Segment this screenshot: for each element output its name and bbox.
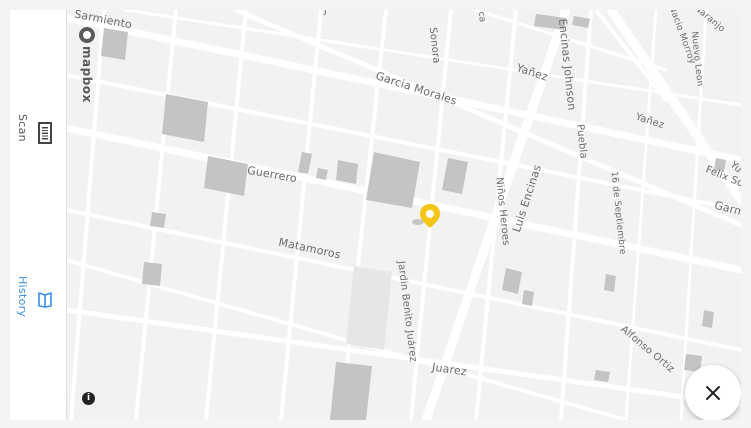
park-area xyxy=(346,266,392,350)
map-view[interactable]: Sarmiento Garcia Morales Guerrero Matamo… xyxy=(66,10,741,420)
barcode-icon xyxy=(38,122,52,148)
app-frame: Scan History Sarmiento Garcia Morales Gu… xyxy=(10,10,741,420)
street-label: J xyxy=(324,10,327,16)
map-roads xyxy=(66,10,741,420)
book-icon xyxy=(38,292,52,312)
mapbox-logo[interactable]: mapbox xyxy=(74,20,96,112)
location-pin-icon[interactable] xyxy=(410,200,442,234)
info-icon[interactable]: i xyxy=(82,392,95,405)
close-button[interactable] xyxy=(685,365,741,420)
sidebar-item-label: Scan xyxy=(16,114,29,142)
sidebar-item-scan[interactable]: Scan xyxy=(10,114,66,162)
sidebar-item-label: History xyxy=(16,276,29,318)
street-label: ca xyxy=(475,11,487,23)
sidebar-item-history[interactable]: History xyxy=(10,276,66,336)
mapbox-wordmark: mapbox xyxy=(80,46,94,103)
sidebar: Scan History xyxy=(10,10,67,420)
